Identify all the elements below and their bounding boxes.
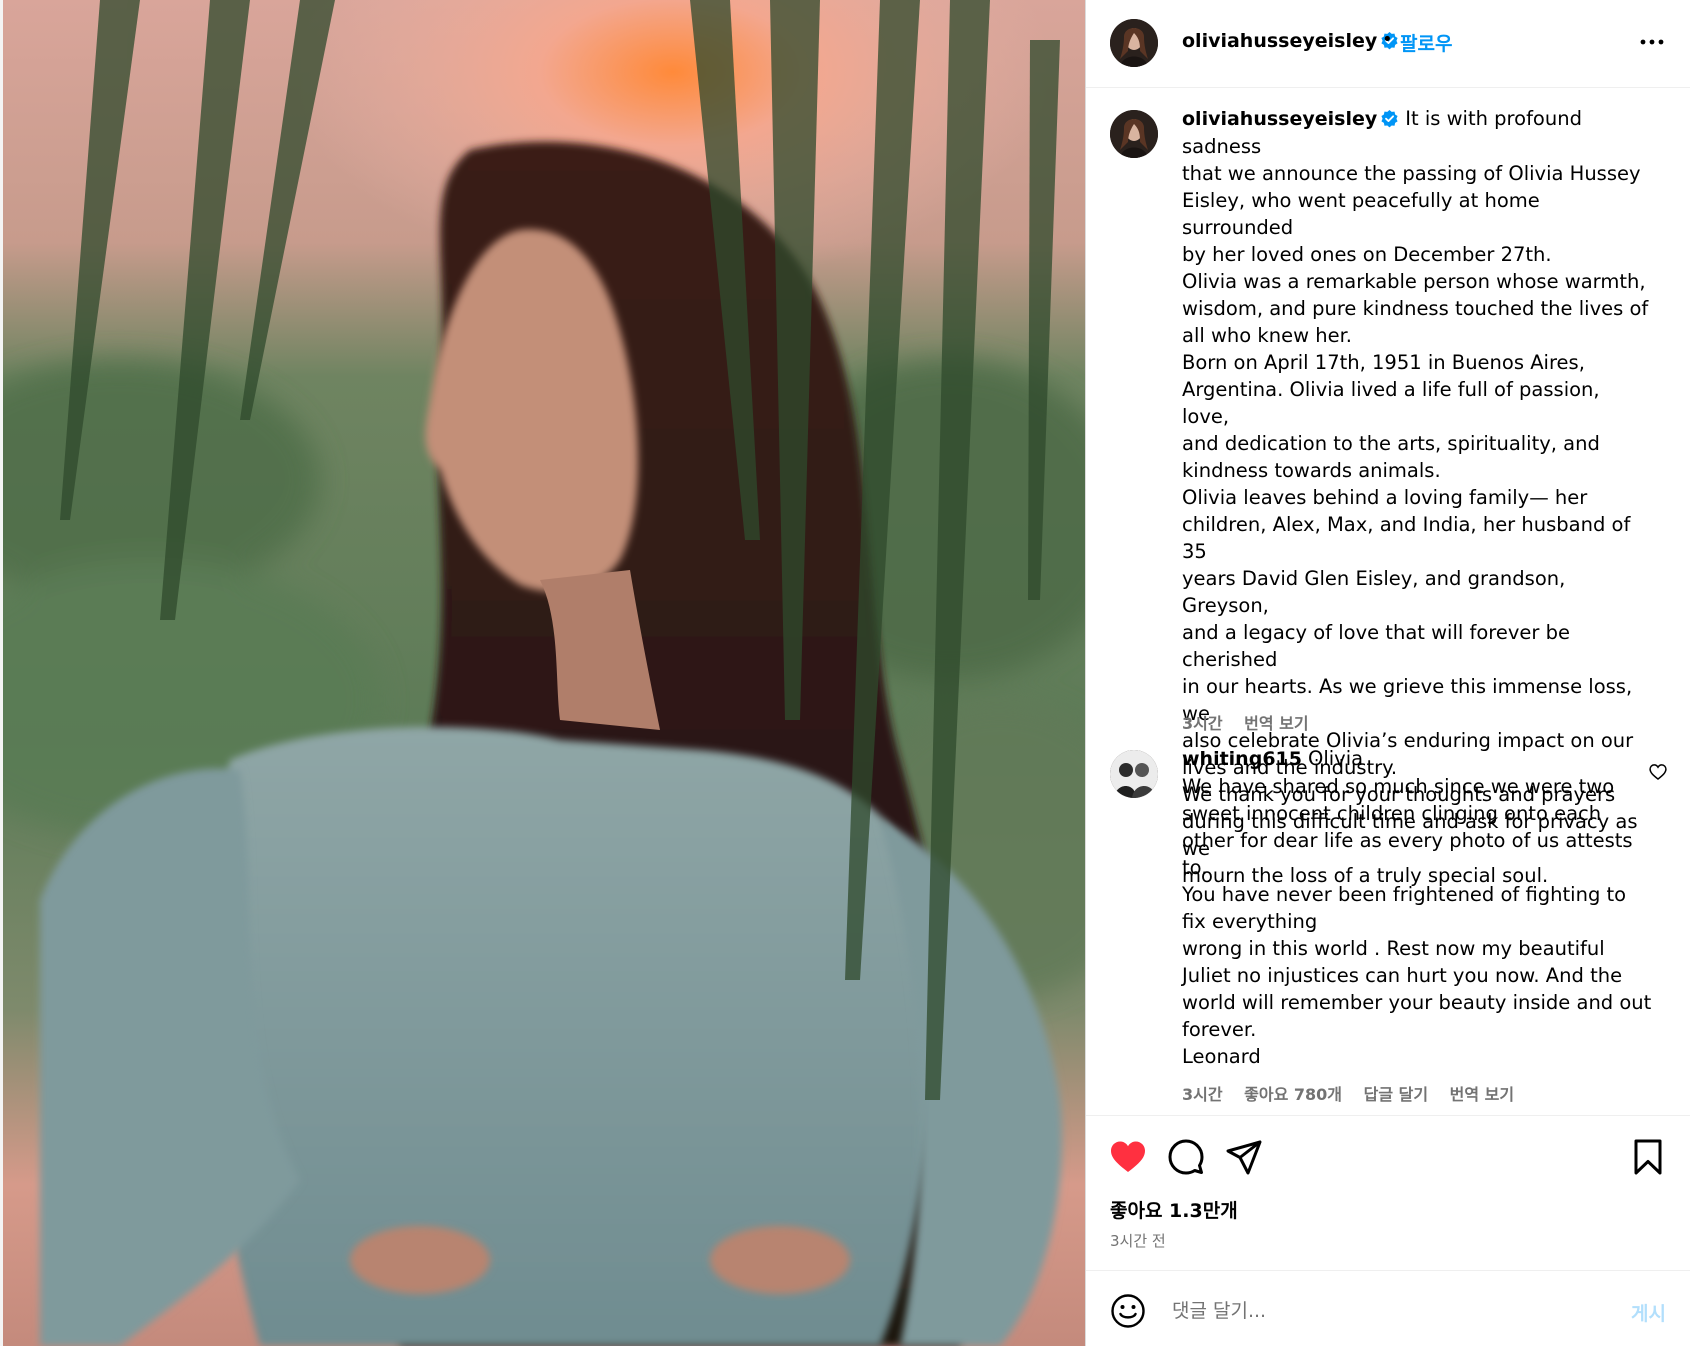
- comment-line: We have shared so much since we were two: [1182, 775, 1615, 798]
- caption-line: and dedication to the arts, spirituality…: [1182, 432, 1600, 455]
- post-time-ago[interactable]: 3시간 전: [1110, 1230, 1166, 1251]
- comment-line: sweet innocent children clinging onto ea…: [1182, 802, 1602, 825]
- comment-bubble-icon[interactable]: [1166, 1137, 1206, 1177]
- caption-translate-button[interactable]: 번역 보기: [1244, 714, 1308, 733]
- caption-author-avatar[interactable]: [1110, 110, 1158, 158]
- caption-meta: 3시간 번역 보기: [1182, 710, 1325, 734]
- caption-avatar-icon: [1110, 110, 1158, 158]
- emoji-icon[interactable]: [1110, 1293, 1146, 1329]
- follow-button[interactable]: 팔로우: [1400, 29, 1452, 56]
- post-header: oliviahusseyeisley • 팔로우: [1086, 0, 1690, 88]
- comment-line: Juliet no injustices can hurt you now. A…: [1182, 964, 1623, 987]
- comment-meta: 3시간 좋아요 780개 답글 달기 번역 보기: [1182, 1081, 1530, 1105]
- comment-time[interactable]: 3시간: [1182, 1085, 1223, 1104]
- caption-line: all who knew her.: [1182, 324, 1352, 347]
- likes-count[interactable]: 좋아요 1.3만개: [1110, 1196, 1238, 1223]
- author-avatar[interactable]: [1110, 19, 1158, 67]
- caption-time[interactable]: 3시간: [1182, 714, 1223, 733]
- photo-edge-divider: [0, 0, 3, 1346]
- instagram-post-viewer: oliviahusseyeisley • 팔로우 oliviahusseyeis…: [0, 0, 1690, 1346]
- comment-line: forever.: [1182, 1018, 1257, 1041]
- comment-line: other for dear life as every photo of us…: [1182, 829, 1633, 852]
- caption-line: by her loved ones on December 27th.: [1182, 243, 1552, 266]
- comment-line: world will remember your beauty inside a…: [1182, 991, 1652, 1014]
- add-comment-bar: 게시: [1086, 1270, 1690, 1347]
- comment-line: Olivia: [1307, 747, 1364, 770]
- caption-line: Olivia leaves behind a loving family— he…: [1182, 486, 1588, 509]
- caption-verified-badge-icon: [1381, 109, 1398, 128]
- caption-line: years David Glen Eisley, and grandson, G…: [1182, 567, 1566, 617]
- comment-line: wrong in this world . Rest now my beauti…: [1182, 937, 1605, 960]
- post-actions: 좋아요 1.3만개 3시간 전: [1086, 1115, 1690, 1271]
- commenter-avatar-icon: [1110, 750, 1158, 798]
- comment-input[interactable]: [1170, 1293, 1594, 1329]
- reply-button[interactable]: 답글 달기: [1364, 1085, 1428, 1104]
- commenter-username[interactable]: whiting615: [1182, 748, 1302, 770]
- comment-translate-button[interactable]: 번역 보기: [1450, 1085, 1514, 1104]
- header-separator: •: [1382, 29, 1393, 50]
- caption-line: children, Alex, Max, and India, her husb…: [1182, 513, 1631, 563]
- share-send-icon[interactable]: [1224, 1137, 1264, 1177]
- comment-likes-count[interactable]: 좋아요 780개: [1244, 1085, 1342, 1104]
- save-bookmark-icon[interactable]: [1628, 1137, 1668, 1177]
- caption-line: that we announce the passing of Olivia H…: [1182, 162, 1641, 185]
- caption-author-text[interactable]: oliviahusseyeisley: [1182, 108, 1377, 130]
- comment-line: to.: [1182, 856, 1208, 879]
- caption-line: Argentina. Olivia lived a life full of p…: [1182, 378, 1600, 428]
- comments-list[interactable]: oliviahusseyeisley It is with profound sa…: [1086, 88, 1690, 1115]
- caption-author-username[interactable]: oliviahusseyeisley: [1182, 108, 1399, 130]
- caption-line: Eisley, who went peacefully at home surr…: [1182, 189, 1540, 239]
- caption-line: and a legacy of love that will forever b…: [1182, 621, 1571, 671]
- author-username[interactable]: oliviahusseyeisley: [1182, 30, 1399, 52]
- comment-line: Leonard: [1182, 1045, 1261, 1068]
- author-avatar-icon: [1110, 19, 1158, 67]
- comment-line: You have never been frightened of fighti…: [1182, 883, 1627, 906]
- post-side-panel: oliviahusseyeisley • 팔로우 oliviahusseyeis…: [1085, 0, 1690, 1346]
- caption-line: kindness towards animals.: [1182, 459, 1441, 482]
- comment-line: fix everything: [1182, 910, 1318, 933]
- comment-like-icon[interactable]: [1648, 762, 1668, 782]
- comment-body: whiting615 Olivia We have shared so much …: [1182, 745, 1652, 1070]
- commenter-avatar[interactable]: [1110, 750, 1158, 798]
- caption-line: Olivia was a remarkable person whose war…: [1182, 270, 1646, 293]
- post-comment-button[interactable]: 게시: [1631, 1299, 1666, 1326]
- caption-line: wisdom, and pure kindness touched the li…: [1182, 297, 1649, 320]
- author-username-text[interactable]: oliviahusseyeisley: [1182, 30, 1377, 52]
- portrait-photo-icon: [0, 0, 1085, 1346]
- like-heart-icon[interactable]: [1108, 1137, 1148, 1177]
- post-photo[interactable]: [0, 0, 1085, 1346]
- more-options-icon[interactable]: [1638, 28, 1666, 56]
- caption-line: Born on April 17th, 1951 in Buenos Aires…: [1182, 351, 1585, 374]
